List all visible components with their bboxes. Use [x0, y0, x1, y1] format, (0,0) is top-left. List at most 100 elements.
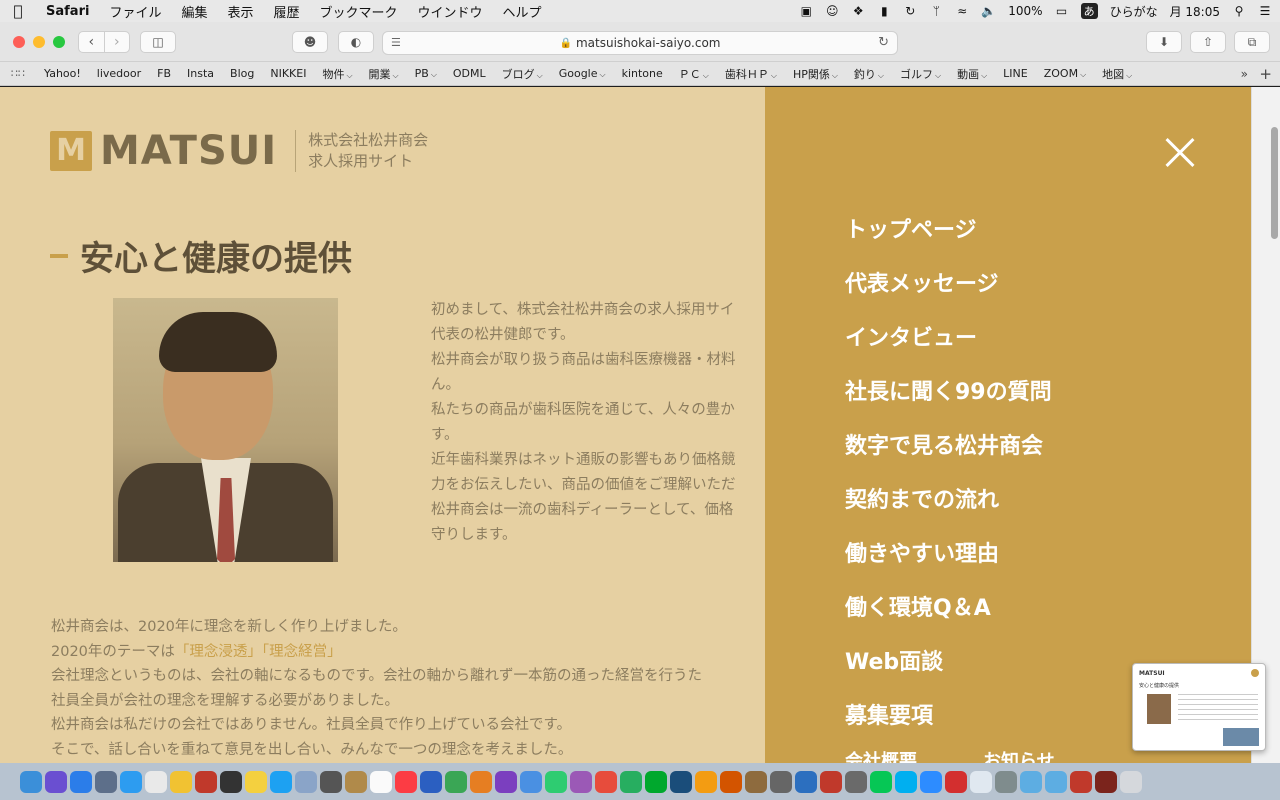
address-bar[interactable]: ☰ 🔒 matsuishokai-saiyo.com ↻ [382, 31, 898, 55]
face-status-icon[interactable]: ☺ [825, 3, 839, 19]
twitter-icon[interactable] [270, 770, 292, 793]
bookmark-item[interactable]: Yahoo! [36, 67, 89, 80]
bookmark-folder[interactable]: Google ⌵ [551, 67, 614, 80]
bookmark-item[interactable]: Insta [179, 67, 222, 80]
zoom-status-icon[interactable]: ▣ [799, 3, 813, 19]
bookmark-folder[interactable]: ＰＣ ⌵ [671, 66, 717, 82]
menu-view[interactable]: 表示 [217, 2, 263, 21]
volume-icon[interactable]: 🔈 [981, 3, 996, 19]
downloads-folder-icon[interactable] [1045, 770, 1067, 793]
safari-icon[interactable] [120, 770, 142, 793]
menu-edit[interactable]: 編集 [171, 2, 217, 21]
music-icon[interactable] [395, 770, 417, 793]
menu-file[interactable]: ファイル [99, 2, 171, 21]
bookmark-item[interactable]: livedoor [89, 67, 149, 80]
back-button[interactable]: ‹ [79, 32, 104, 52]
nav-web-interview[interactable]: Web面談 [845, 644, 943, 676]
bookmark-item[interactable]: kintone [614, 67, 671, 80]
reader-mode-icon[interactable]: ☰ [391, 36, 401, 49]
skype-icon[interactable] [895, 770, 917, 793]
numbers-icon[interactable] [445, 770, 467, 793]
app-store-icon[interactable] [70, 770, 92, 793]
menu-app-safari[interactable]: Safari [36, 4, 99, 19]
pdf-icon[interactable] [1070, 770, 1092, 793]
bookmark-folder[interactable]: ゴルフ ⌵ [892, 66, 949, 82]
nav-news[interactable]: お知らせ [983, 747, 1055, 763]
pages-icon[interactable] [470, 770, 492, 793]
nav-interview[interactable]: インタビュー [845, 320, 977, 352]
guitar-app-icon[interactable] [745, 770, 767, 793]
spotlight-search-icon[interactable]: ⚲ [1232, 3, 1246, 19]
powerpoint-icon[interactable] [595, 770, 617, 793]
photo-booth-icon[interactable] [195, 770, 217, 793]
system-preferences-icon[interactable] [770, 770, 792, 793]
more-bookmarks-icon[interactable]: » [1241, 67, 1248, 81]
home-icon[interactable] [795, 770, 817, 793]
archive-icon[interactable] [845, 770, 867, 793]
apple-menu-icon[interactable]:  [0, 2, 36, 20]
bookmark-folder[interactable]: 釣り ⌵ [846, 66, 892, 82]
nav-99-questions[interactable]: 社長に聞く99の質問 [845, 374, 1052, 406]
menu-window[interactable]: ウインドウ [408, 2, 493, 21]
bookmark-folder[interactable]: HP関係 ⌵ [785, 66, 846, 82]
imovie-icon[interactable] [495, 770, 517, 793]
new-tab-plus-icon[interactable]: + [1259, 65, 1272, 83]
favorites-grid-icon[interactable]: ∷∷ [0, 67, 36, 80]
calendar-icon[interactable] [370, 770, 392, 793]
screenshot-thumbnail[interactable]: MATSUI 安心と健康の提供 [1132, 663, 1266, 751]
bookmark-folder[interactable]: 動画 ⌵ [949, 66, 995, 82]
bookmark-folder[interactable]: 地図 ⌵ [1094, 66, 1140, 82]
nav-ceo-message[interactable]: 代表メッセージ [845, 266, 999, 298]
nav-easy-to-work[interactable]: 働きやすい理由 [845, 536, 999, 568]
input-method-label[interactable]: ひらがな [1110, 3, 1158, 20]
acrobat-icon[interactable] [945, 770, 967, 793]
dropbox-icon[interactable]: ❖ [851, 3, 865, 19]
nav-top-page[interactable]: トップページ [845, 212, 977, 244]
forward-button[interactable]: › [103, 32, 130, 52]
ghost-app-icon[interactable] [970, 770, 992, 793]
sidebar-toggle-button[interactable]: ◫ [140, 31, 176, 53]
nav-job-requirements[interactable]: 募集要項 [845, 698, 933, 730]
zoom-icon[interactable] [920, 770, 942, 793]
word-icon[interactable] [420, 770, 442, 793]
bookmark-folder[interactable]: 歯科ＨＰ ⌵ [717, 66, 785, 82]
notes-icon[interactable] [245, 770, 267, 793]
preview-icon[interactable] [570, 770, 592, 793]
close-window-button[interactable] [13, 36, 25, 48]
dashboard-icon[interactable] [220, 770, 242, 793]
url-text[interactable]: matsuishokai-saiyo.com [576, 36, 721, 50]
time-machine-app-icon[interactable] [670, 770, 692, 793]
nav-by-numbers[interactable]: 数字で見る松井商会 [845, 428, 1043, 460]
bookmark-folder[interactable]: 開業 ⌵ [361, 66, 407, 82]
nav-company-profile[interactable]: 会社概要 [845, 747, 917, 763]
scrollbar-thumb[interactable] [1271, 127, 1278, 239]
clipboard-icon[interactable]: ▮ [877, 3, 891, 19]
nav-environment-qa[interactable]: 働く環境Q＆A [845, 590, 991, 622]
battery-icon[interactable]: ▭ [1055, 3, 1069, 19]
photos-icon[interactable] [170, 770, 192, 793]
siri-icon[interactable] [45, 770, 67, 793]
bookmark-folder[interactable]: PB ⌵ [407, 67, 445, 80]
time-machine-icon[interactable]: ↻ [903, 3, 917, 19]
input-method-icon[interactable]: あ [1080, 3, 1098, 19]
menu-bookmarks[interactable]: ブックマーク [310, 2, 408, 21]
finder-icon[interactable] [20, 770, 42, 793]
folder-icon[interactable] [1020, 770, 1042, 793]
battery-percent[interactable]: 100% [1008, 4, 1042, 18]
fullscreen-window-button[interactable] [53, 36, 65, 48]
screen-capture-icon[interactable] [995, 770, 1017, 793]
menu-clock[interactable]: 月 18:05 [1170, 3, 1220, 20]
menu-help[interactable]: ヘルプ [493, 2, 552, 21]
chrome-icon[interactable] [145, 770, 167, 793]
contacts-icon[interactable] [345, 770, 367, 793]
bookmark-item[interactable]: LINE [995, 67, 1036, 80]
control-center-icon[interactable]: ☰ [1258, 3, 1272, 19]
filezilla-icon[interactable] [1095, 770, 1117, 793]
bookmark-item[interactable]: ODML [445, 67, 494, 80]
site-logo[interactable]: MATSUI 株式会社松井商会 求人採用サイト [50, 130, 428, 172]
evernote-icon[interactable] [645, 770, 667, 793]
bookmark-folder[interactable]: ブログ ⌵ [494, 66, 551, 82]
bluetooth-icon[interactable]: ᛘ [929, 3, 943, 19]
editor-icon[interactable] [820, 770, 842, 793]
system-app-icon[interactable] [95, 770, 117, 793]
